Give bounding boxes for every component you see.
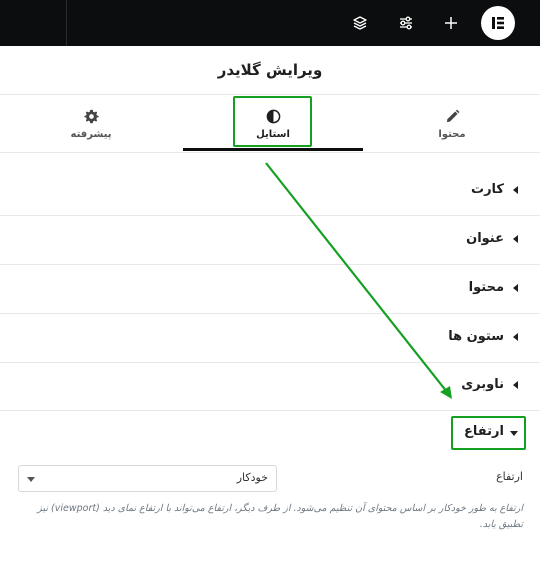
tab-advanced-label: پیشرفته	[70, 129, 112, 140]
section-card[interactable]: کارت	[0, 167, 540, 216]
elementor-logo-icon[interactable]	[481, 6, 515, 40]
height-select[interactable]: خودکار	[18, 465, 277, 492]
section-label: ناوبری	[461, 377, 504, 392]
section-columns[interactable]: ستون ها	[0, 314, 540, 363]
contrast-icon	[265, 108, 281, 124]
height-control-label: ارتفاع	[496, 470, 523, 483]
section-navigation[interactable]: ناوبری	[0, 362, 540, 411]
tab-content[interactable]: محتوا	[364, 95, 540, 153]
caret-left-icon	[513, 186, 518, 194]
section-title[interactable]: عنوان	[0, 216, 540, 265]
caret-left-icon	[513, 235, 518, 243]
section-label: کارت	[471, 182, 504, 197]
panel-tabs: پیشرفته استایل محتوا	[0, 95, 540, 153]
caret-left-icon	[513, 284, 518, 292]
caret-down-icon	[510, 431, 518, 436]
tab-advanced[interactable]: پیشرفته	[0, 95, 182, 153]
plus-icon[interactable]	[439, 11, 463, 35]
section-label: ستون ها	[448, 329, 504, 344]
gear-icon	[83, 108, 99, 124]
topbar-divider	[66, 0, 67, 46]
tab-style-label: استایل	[256, 129, 290, 140]
tab-style[interactable]: استایل	[182, 95, 364, 153]
section-label: محتوا	[468, 280, 504, 295]
top-bar	[0, 0, 540, 46]
caret-left-icon	[513, 381, 518, 389]
tab-content-label: محتوا	[438, 129, 466, 140]
layers-icon[interactable]	[348, 11, 372, 35]
panel-header: ویرایش گلایدر	[0, 46, 540, 95]
pencil-icon	[444, 108, 460, 124]
sliders-icon[interactable]	[394, 11, 418, 35]
caret-left-icon	[513, 333, 518, 341]
section-content[interactable]: محتوا	[0, 265, 540, 314]
section-label: عنوان	[466, 231, 504, 246]
page-title: ویرایش گلایدر	[217, 61, 323, 79]
height-help-text: ارتفاع به طور خودکار بر اساس محتوای آن ت…	[37, 503, 523, 530]
active-tab-indicator	[183, 148, 363, 151]
section-label: ارتفاع	[464, 424, 504, 439]
height-select-value: خودکار	[236, 471, 268, 484]
chevron-down-icon	[27, 477, 35, 482]
section-height[interactable]: ارتفاع	[0, 410, 540, 458]
